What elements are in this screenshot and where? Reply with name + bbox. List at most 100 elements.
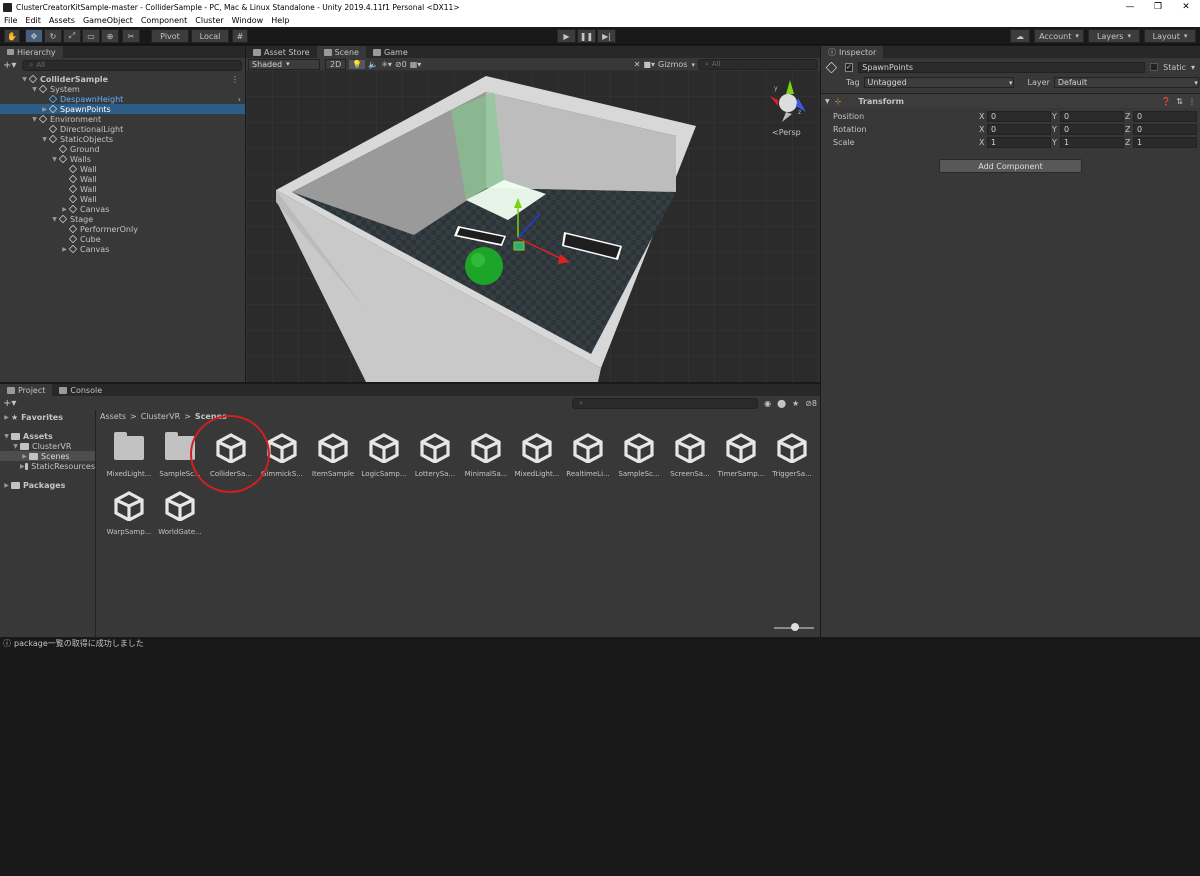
- grid-snap-button[interactable]: #: [232, 29, 248, 43]
- hidden-objects-icon[interactable]: ⊘0: [395, 60, 407, 69]
- expand-arrow-icon[interactable]: ▶: [60, 206, 69, 213]
- project-create-button[interactable]: +▾: [3, 398, 16, 409]
- tab-console[interactable]: Console: [52, 384, 109, 396]
- object-name-field[interactable]: SpawnPoints: [858, 61, 1146, 73]
- project-tree-item[interactable]: ▼ ClusterVR: [0, 441, 95, 451]
- local-toggle[interactable]: Local: [191, 29, 229, 43]
- scene-asset[interactable]: TimerSamp...: [715, 430, 767, 478]
- scene-asset[interactable]: RealtimeLi...: [562, 430, 614, 478]
- move-tool-button[interactable]: ✥: [25, 29, 43, 43]
- hierarchy-item[interactable]: DirectionalLight: [0, 124, 245, 134]
- hierarchy-item[interactable]: ▼ StaticObjects: [0, 134, 245, 144]
- transform-z-field[interactable]: 1: [1133, 137, 1197, 148]
- hierarchy-item[interactable]: ▶ Canvas: [0, 204, 245, 214]
- transform-z-field[interactable]: 0: [1133, 124, 1197, 135]
- transform-x-field[interactable]: 0: [987, 124, 1051, 135]
- transform-header[interactable]: ▼ ⊹ Transform ❓ ⇅ ⋮: [821, 93, 1200, 108]
- context-menu-icon[interactable]: ⋮: [1188, 97, 1196, 106]
- static-checkbox[interactable]: [1150, 63, 1159, 71]
- active-checkbox[interactable]: ✓: [844, 62, 854, 72]
- hierarchy-item[interactable]: Wall: [0, 194, 245, 204]
- layout-dropdown[interactable]: Layout: [1144, 29, 1196, 43]
- hierarchy-item[interactable]: ▶ Canvas: [0, 244, 245, 254]
- collapse-arrow-icon[interactable]: ▼: [825, 98, 830, 105]
- menu-gameobject[interactable]: GameObject: [79, 16, 137, 25]
- scene-asset[interactable]: WarpSamp...: [103, 488, 155, 536]
- scene-asset[interactable]: WorldGate...: [154, 488, 206, 536]
- layers-dropdown[interactable]: Layers: [1088, 29, 1140, 43]
- add-component-button[interactable]: Add Component: [939, 159, 1082, 173]
- hierarchy-item[interactable]: ▶ SpawnPoints: [0, 104, 245, 114]
- menu-file[interactable]: File: [0, 16, 21, 25]
- create-button[interactable]: +▾: [3, 60, 16, 71]
- shading-dropdown[interactable]: Shaded: [248, 58, 320, 70]
- project-tree-item[interactable]: ▶ Scenes: [0, 451, 95, 461]
- hierarchy-item[interactable]: ▼ Environment: [0, 114, 245, 124]
- pivot-toggle[interactable]: Pivot: [151, 29, 189, 43]
- hierarchy-search-input[interactable]: ⌕ All: [22, 59, 242, 71]
- scene-asset[interactable]: SampleSc...: [613, 430, 665, 478]
- hierarchy-item[interactable]: Ground: [0, 144, 245, 154]
- search-by-label-icon[interactable]: ⬤: [777, 399, 786, 408]
- grid-icon[interactable]: ▦▾: [410, 60, 422, 69]
- scene-asset[interactable]: MixedLight...: [511, 430, 563, 478]
- scene-asset[interactable]: TriggerSa...: [766, 430, 818, 478]
- hierarchy-item[interactable]: ▼ Walls: [0, 154, 245, 164]
- scene-asset[interactable]: ItemSample: [307, 430, 359, 478]
- menu-window[interactable]: Window: [228, 16, 268, 25]
- maximize-button[interactable]: ❐: [1144, 2, 1172, 12]
- scale-tool-button[interactable]: ⤢: [63, 29, 81, 43]
- menu-edit[interactable]: Edit: [21, 16, 45, 25]
- hierarchy-item[interactable]: ▼ System: [0, 84, 245, 94]
- expand-arrow-icon[interactable]: ▶: [2, 482, 11, 489]
- 2d-toggle[interactable]: 2D: [325, 58, 347, 70]
- hierarchy-item[interactable]: ▼ Stage: [0, 214, 245, 224]
- project-tree-item[interactable]: ▶ ★ Favorites: [0, 412, 95, 422]
- tab-inspector[interactable]: ⓘ Inspector: [821, 46, 884, 58]
- hierarchy-item[interactable]: Wall: [0, 164, 245, 174]
- expand-arrow-icon[interactable]: ▼: [30, 116, 39, 123]
- scene-asset[interactable]: MinimalSa...: [460, 430, 512, 478]
- expand-arrow-icon[interactable]: ▶: [20, 463, 25, 470]
- hierarchy-item[interactable]: PerformerOnly: [0, 224, 245, 234]
- tag-dropdown[interactable]: Untagged: [863, 77, 1014, 88]
- tab-scene[interactable]: Scene: [316, 46, 366, 58]
- transform-y-field[interactable]: 0: [1060, 111, 1124, 122]
- help-icon[interactable]: ❓: [1161, 97, 1171, 106]
- lighting-icon[interactable]: 💡: [349, 59, 366, 69]
- prefab-arrow-icon[interactable]: ›: [238, 95, 245, 104]
- project-tree-item[interactable]: ▶ Packages: [0, 480, 95, 490]
- expand-arrow-icon[interactable]: ▼: [50, 216, 59, 223]
- hierarchy-item[interactable]: DespawnHeight ›: [0, 94, 245, 104]
- project-search-input[interactable]: ⌕: [572, 397, 759, 409]
- expand-arrow-icon[interactable]: ▶: [2, 414, 11, 421]
- project-tree-item[interactable]: ▶ StaticResources: [0, 461, 95, 471]
- hidden-packages-icon[interactable]: ⊘8: [805, 399, 817, 408]
- scene-asset[interactable]: LotterySa...: [409, 430, 461, 478]
- scene-asset[interactable]: ScreenSa...: [664, 430, 716, 478]
- project-tree-item[interactable]: ▼ Assets: [0, 431, 95, 441]
- hand-tool-button[interactable]: ✋: [4, 29, 20, 43]
- menu-assets[interactable]: Assets: [45, 16, 79, 25]
- scene-asset[interactable]: LogicSamp...: [358, 430, 410, 478]
- layer-dropdown[interactable]: Default: [1053, 77, 1199, 88]
- tab-project[interactable]: Project: [0, 384, 53, 396]
- persp-label[interactable]: <Persp: [772, 128, 801, 137]
- close-button[interactable]: ✕: [1172, 2, 1200, 12]
- minimize-button[interactable]: —: [1116, 2, 1144, 12]
- custom-tool-button[interactable]: ✂: [122, 29, 140, 43]
- step-button[interactable]: ▶|: [597, 29, 616, 43]
- expand-arrow-icon[interactable]: ▼: [40, 136, 49, 143]
- expand-arrow-icon[interactable]: ▼: [50, 156, 59, 163]
- scene-menu-icon[interactable]: ⋮: [231, 75, 245, 84]
- hierarchy-item[interactable]: Cube: [0, 234, 245, 244]
- transform-y-field[interactable]: 1: [1060, 137, 1124, 148]
- rect-tool-button[interactable]: ▭: [82, 29, 100, 43]
- menu-component[interactable]: Component: [137, 16, 191, 25]
- expand-arrow-icon[interactable]: ▼: [20, 76, 29, 83]
- favorites-star-icon[interactable]: ★: [792, 399, 799, 408]
- tab-hierarchy[interactable]: Hierarchy: [0, 46, 63, 58]
- transform-x-field[interactable]: 1: [987, 137, 1051, 148]
- static-dropdown-icon[interactable]: ▾: [1191, 63, 1195, 72]
- transform-y-field[interactable]: 0: [1060, 124, 1124, 135]
